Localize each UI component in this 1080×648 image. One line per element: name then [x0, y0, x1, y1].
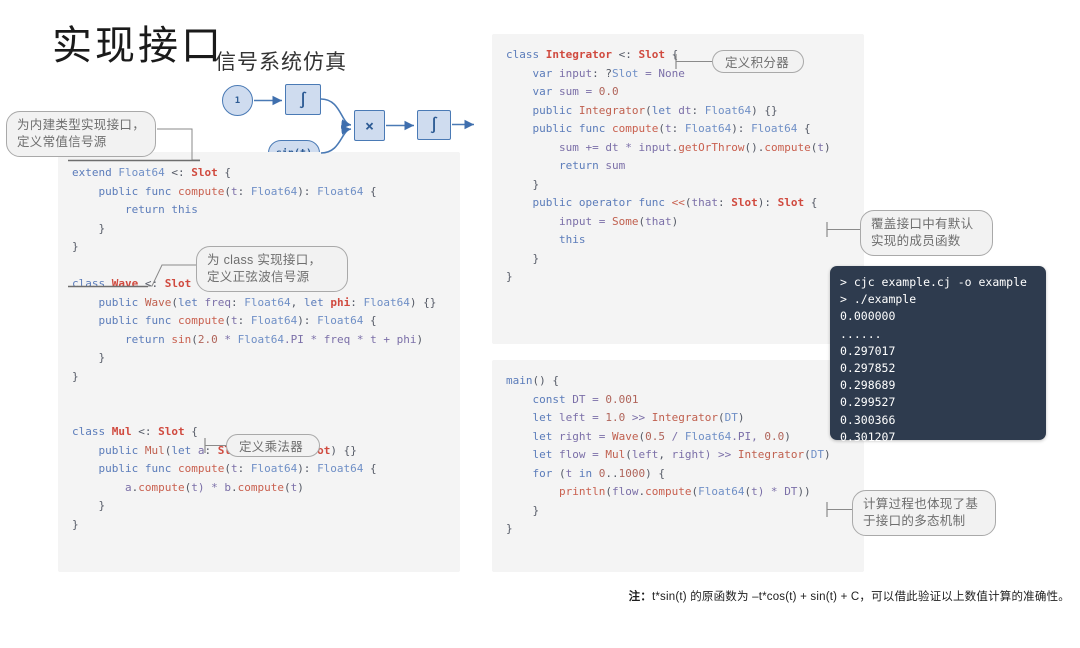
callout-override-default: 覆盖接口中有默认 实现的成员函数: [860, 210, 993, 256]
terminal-line: 0.301207: [840, 429, 896, 444]
code-line: return this: [72, 203, 198, 216]
terminal-line: 0.297017: [840, 343, 896, 358]
terminal-line: 0.000000: [840, 309, 896, 324]
code-line: a.compute(t) * b.compute(t): [124, 480, 304, 494]
code-line: public operator func <<(that: Slot): Slo…: [506, 196, 818, 209]
code-line: this: [558, 233, 586, 246]
code-line: return sin(2.0 * Float64.PI * freq * t +…: [72, 332, 424, 346]
code-line: public func compute(t: Float64): Float64…: [72, 184, 377, 198]
code-line: public func compute(t: Float64): Float64…: [72, 462, 377, 475]
code-panel-main: main() { const DT = 0.001 let left = 1.0…: [492, 360, 864, 572]
code-line: public func compute(t: Float64): Float64…: [72, 314, 377, 327]
code-line: }: [72, 499, 106, 512]
terminal-line: > ./example: [840, 292, 917, 307]
code-line: }: [506, 503, 540, 517]
callout-class-impl: 为 class 实现接口， 定义正弦波信号源: [196, 246, 348, 292]
code-line: }: [72, 351, 106, 364]
code-line: }: [506, 522, 513, 535]
terminal-line: 0.298689: [840, 378, 896, 393]
terminal-line: 0.300366: [840, 412, 896, 427]
terminal-line: ......: [840, 326, 882, 341]
terminal-line: > cjc example.cj -o example: [840, 275, 1027, 289]
footnote-text: t*sin(t) 的原函数为 –t*cos(t) + sin(t) + C，可以…: [651, 591, 1070, 603]
terminal-line: 0.299527: [840, 395, 896, 410]
code-line: var sum = 0.0: [506, 85, 619, 98]
page-subtitle: 信号系统仿真: [215, 50, 347, 74]
code-line: main() {: [506, 374, 559, 387]
code-line: }: [72, 517, 79, 531]
code-panel-integrator: class Integrator <: Slot { var input: ?S…: [492, 34, 864, 344]
code-line: }: [506, 177, 540, 191]
code-line: let left = 1.0 >> Integrator(DT): [506, 411, 745, 424]
callout-define-integrator: 定义积分器: [712, 50, 804, 73]
code-line: input = Some(that): [558, 214, 679, 228]
page-title: 实现接口: [52, 23, 224, 68]
slide-root: 实现接口 信号系统仿真 1 ∫ sin(t) × ∫ extend Float6…: [0, 0, 1080, 648]
code-line: let flow = Mul(left, right) >> Integrato…: [506, 448, 831, 461]
code-panel-left: extend Float64 <: Slot { public func com…: [58, 152, 460, 572]
code-line: public func compute(t: Float64): Float64…: [506, 122, 811, 135]
code-line: }: [506, 270, 513, 283]
code-line: public Wave(let freq: Float64, let phi: …: [72, 295, 437, 309]
code-line: return sum: [506, 159, 626, 172]
code-line: public Integrator(let dt: Float64) {}: [506, 103, 778, 117]
diagram-node-integrator-2: ∫: [417, 110, 451, 140]
diagram-node-integrator-1: ∫: [285, 84, 321, 115]
code-line: const DT = 0.001: [506, 392, 639, 406]
code-line: }: [72, 221, 106, 235]
callout-define-multiplier: 定义乘法器: [226, 434, 320, 457]
diagram-node-const-one: 1: [222, 85, 253, 116]
footnote-label: 注：: [628, 591, 652, 603]
code-line: let right = Wave(0.5 / Float64.PI, 0.0): [506, 429, 791, 443]
callout-polymorphism: 计算过程也体现了基 于接口的多态机制: [852, 490, 996, 536]
terminal-line: 0.297852: [840, 361, 896, 376]
code-line: extend Float64 <: Slot {: [72, 166, 231, 179]
terminal-output: > cjc example.cj -o example > ./example 0.…: [830, 266, 1046, 444]
code-line: }: [72, 369, 79, 383]
callout-builtin-impl: 为内建类型实现接口， 定义常值信号源: [6, 111, 156, 157]
code-line: sum += dt * input.getOrThrow().compute(t…: [558, 140, 831, 154]
code-line: for (t in 0..1000) {: [506, 466, 665, 480]
code-line: println(flow.compute(Float64(t) * DT)): [558, 485, 811, 498]
diagram-node-multiplier: ×: [354, 110, 385, 141]
footnote: 注：t*sin(t) 的原函数为 –t*cos(t) + sin(t) + C，…: [600, 588, 1070, 604]
code-line: }: [506, 251, 540, 265]
